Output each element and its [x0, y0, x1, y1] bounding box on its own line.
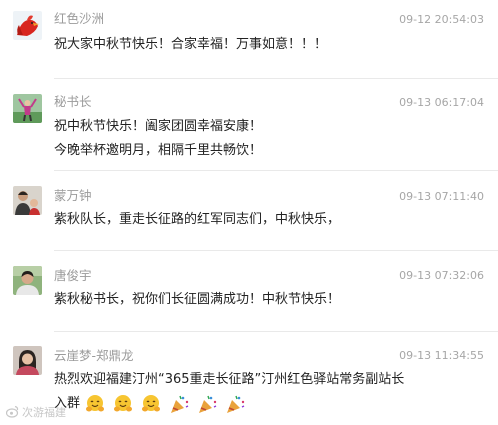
comment-divider	[54, 331, 498, 332]
commenter-name[interactable]: 红色沙洲	[54, 11, 104, 27]
comment-divider	[54, 78, 498, 79]
comment-timestamp: 09-13 06:17:04	[399, 96, 484, 109]
hug-face-emoji	[112, 393, 134, 415]
comment-divider	[54, 170, 498, 171]
hug-face-emoji	[84, 393, 106, 415]
comment-timestamp: 09-13 07:11:40	[399, 190, 484, 203]
man-portrait-avatar[interactable]	[13, 266, 42, 295]
commenter-name[interactable]: 蒙万钟	[54, 188, 92, 204]
commenter-name[interactable]: 唐俊宇	[54, 268, 92, 284]
comment-line: 今晚举杯邀明月，相隔千里共畅饮！	[54, 143, 263, 158]
comment-text: 紫秋队长，重走长征路的红军同志们，中秋快乐，	[54, 208, 458, 232]
commenter-name[interactable]: 秘书长	[54, 94, 92, 110]
woman-portrait-avatar[interactable]	[13, 346, 42, 375]
comment-timestamp: 09-12 20:54:03	[399, 13, 484, 26]
commenter-name[interactable]: 云崖梦-郑鼎龙	[54, 348, 134, 364]
comment-text: 祝大家中秋节快乐！合家幸福！万事如意！！！	[54, 33, 458, 57]
comment-text: 祝中秋节快乐！阖家团圆幸福安康！ 今晚举杯邀明月，相隔千里共畅饮！	[54, 115, 458, 163]
comment-line: 紫秋队长，重走长征路的红军同志们，中秋快乐，	[54, 212, 341, 227]
weibo-logo-icon	[5, 405, 19, 418]
comment-divider	[54, 250, 498, 251]
comment-line: 祝中秋节快乐！阖家团圆幸福安康！	[54, 119, 263, 134]
comment-line: 紫秋秘书长，祝你们长征圆满成功！中秋节快乐！	[54, 292, 341, 307]
emoji-row	[84, 393, 252, 415]
comment-text: 紫秋秘书长，祝你们长征圆满成功！中秋节快乐！	[54, 288, 458, 312]
watermark: 次游福建	[5, 404, 66, 420]
comment-line: 热烈欢迎福建汀州“365重走长征路”汀州红色驿站常务副站长	[54, 372, 405, 387]
party-popper-emoji	[196, 393, 218, 415]
comment-timestamp: 09-13 11:34:55	[399, 349, 484, 362]
comment-line: 祝大家中秋节快乐！合家幸福！万事如意！！！	[54, 37, 328, 52]
two-people-avatar[interactable]	[13, 186, 42, 215]
watermark-text: 次游福建	[22, 406, 66, 419]
party-popper-emoji	[168, 393, 190, 415]
person-arms-raised-avatar[interactable]	[13, 94, 42, 123]
comment-timestamp: 09-13 07:32:06	[399, 269, 484, 282]
hug-face-emoji	[140, 393, 162, 415]
party-popper-emoji	[224, 393, 246, 415]
comment-text: 热烈欢迎福建汀州“365重走长征路”汀州红色驿站常务副站长 入群	[54, 368, 458, 416]
comment-line-with-emojis: 入群	[54, 392, 458, 416]
red-rooster-avatar[interactable]	[13, 11, 42, 40]
